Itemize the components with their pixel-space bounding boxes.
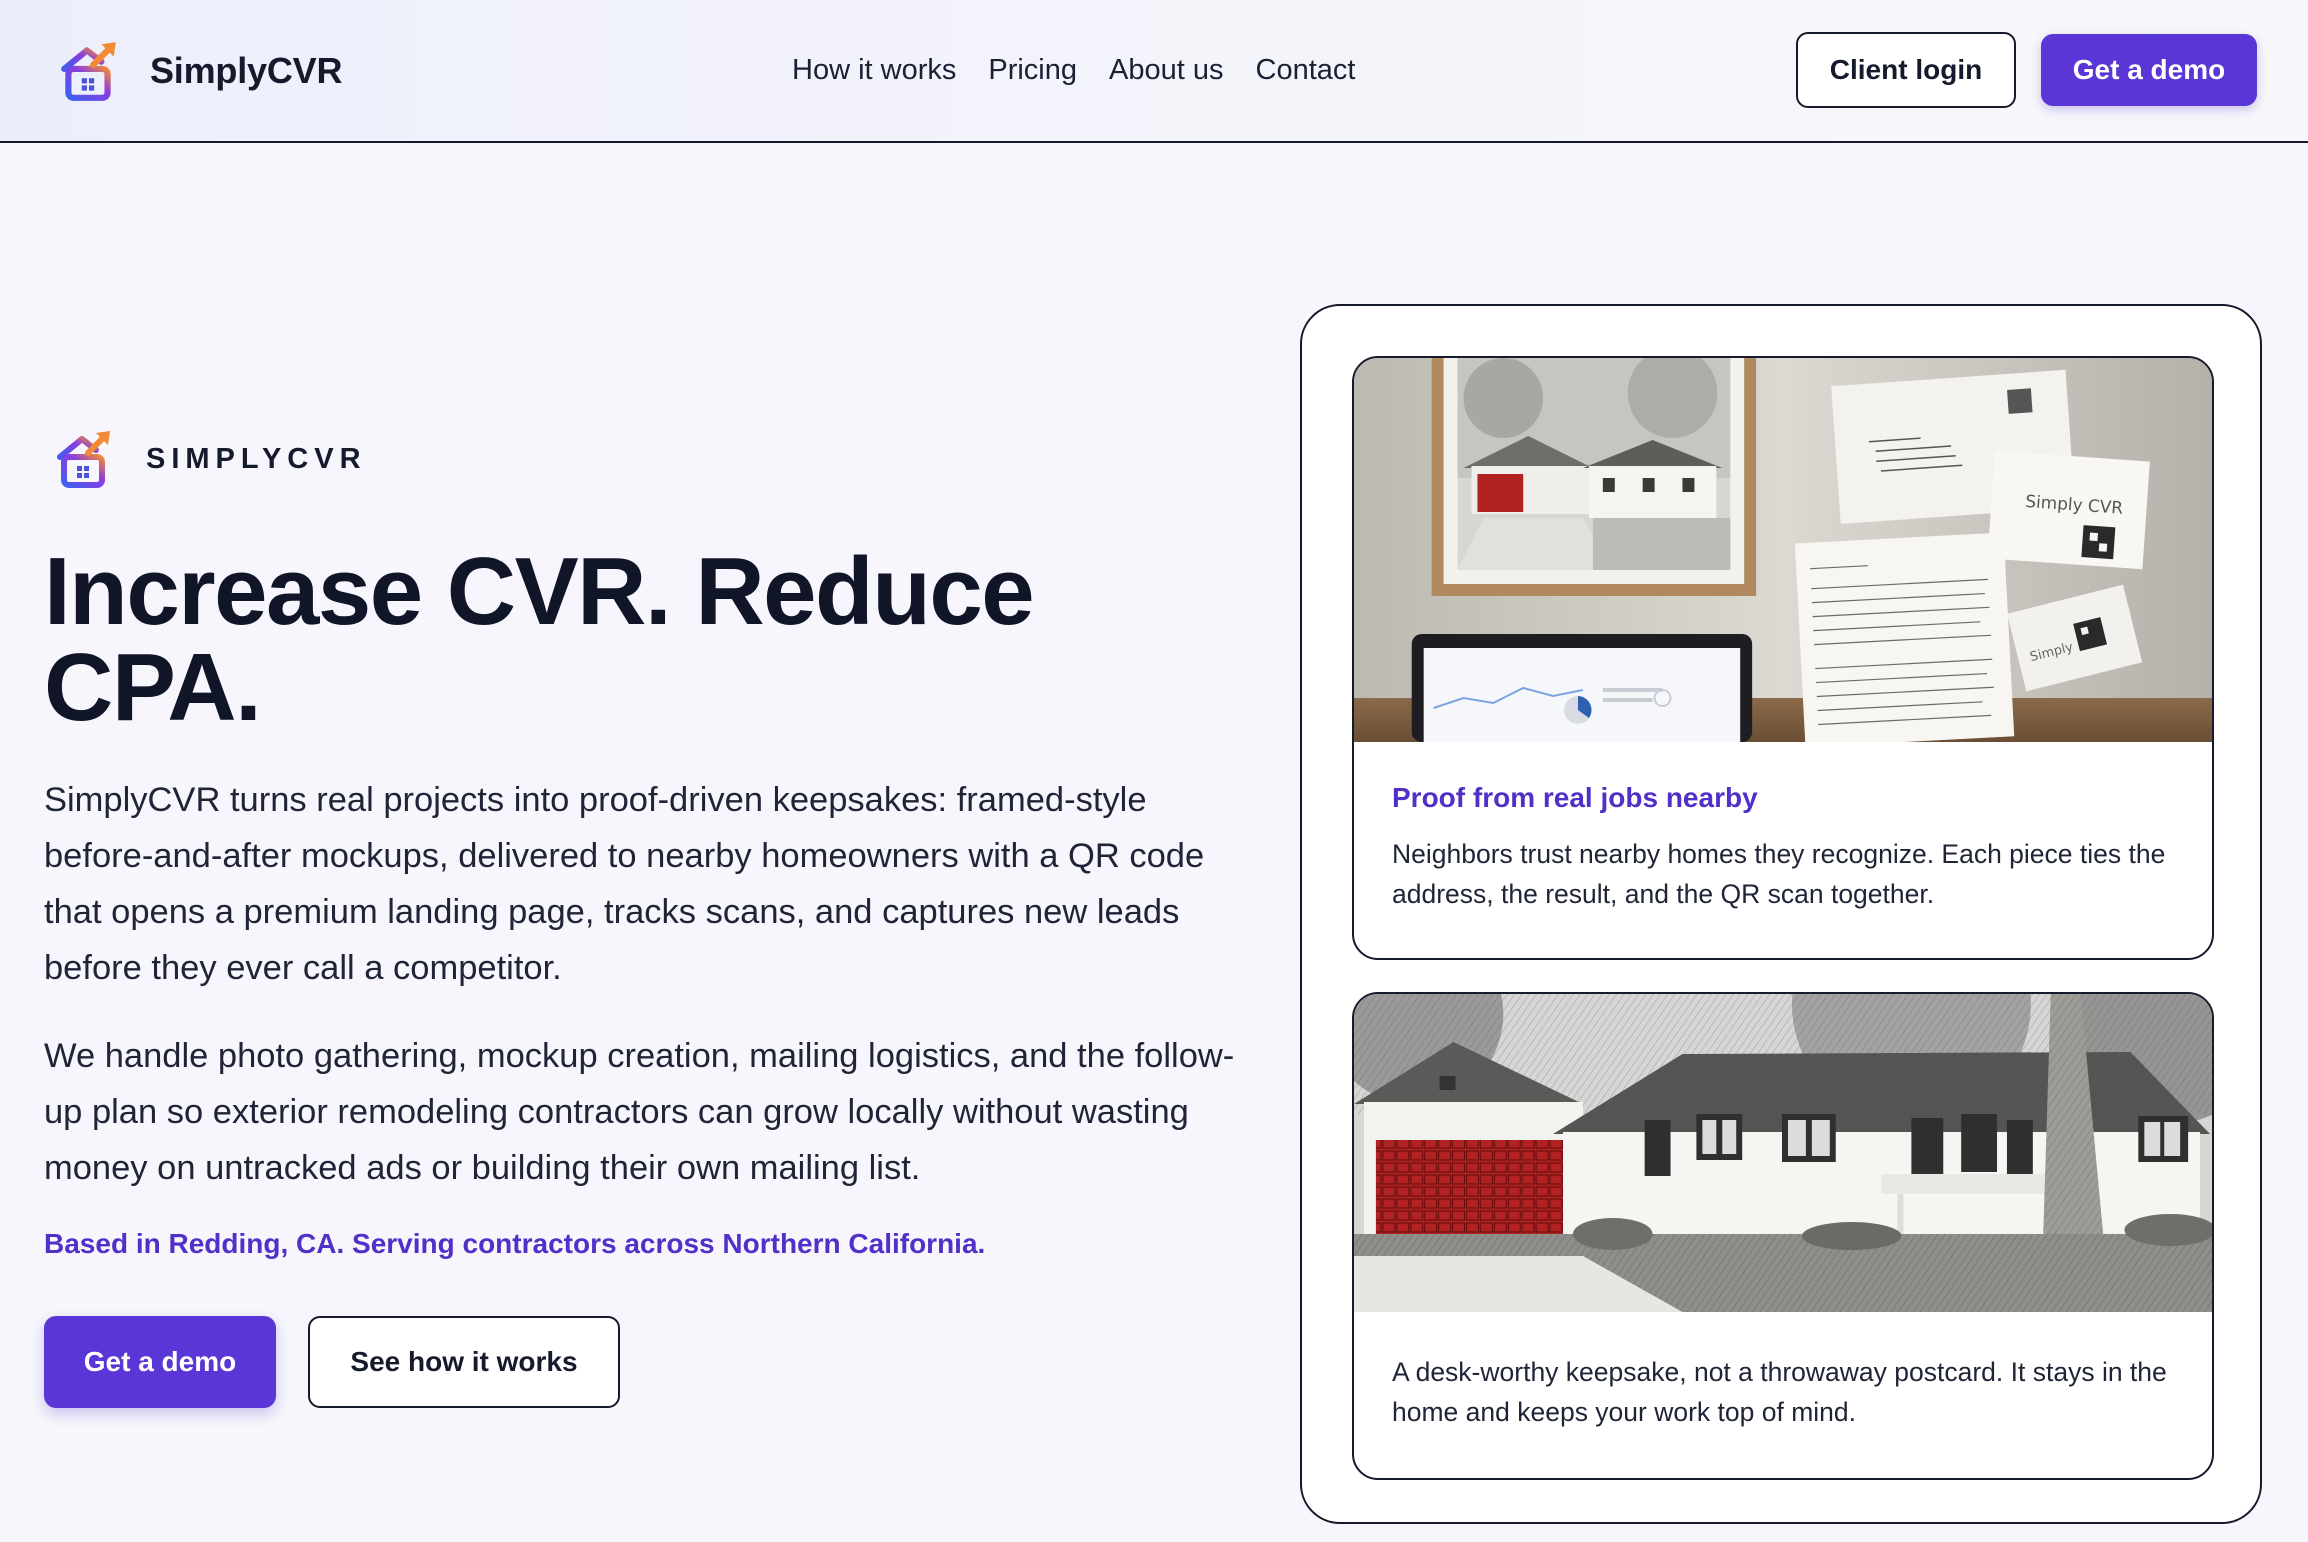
main-nav: How it works Pricing About us Contact bbox=[792, 50, 1355, 90]
keepsake-card-body: A desk-worthy keepsake, not a throwaway … bbox=[1354, 1352, 2212, 1432]
hero-eyebrow: SIMPLYCVR bbox=[52, 426, 367, 492]
nav-contact[interactable]: Contact bbox=[1256, 54, 1356, 87]
proof-card-text: Neighbors trust nearby homes they recogn… bbox=[1392, 839, 2166, 909]
house-logo-icon bbox=[57, 431, 110, 488]
hero-location-note: Based in Redding, CA. Serving contractor… bbox=[44, 1228, 986, 1259]
eyebrow-text: SIMPLYCVR bbox=[146, 442, 367, 475]
hero-title: Increase CVR. Reduce CPA. bbox=[44, 538, 1035, 741]
house-logo-icon bbox=[61, 42, 116, 101]
brand-link[interactable]: SimplyCVR bbox=[56, 36, 342, 106]
showcase-panel: Simply CVR Simply Proof from real jobs n… bbox=[1300, 304, 2262, 1524]
hero-paragraph-1: SimplyCVR turns real projects into proof… bbox=[44, 781, 1205, 987]
hero-paragraph-2: We handle photo gathering, mockup creati… bbox=[44, 1037, 1235, 1187]
hero-get-demo-button[interactable]: Get a demo bbox=[44, 1316, 276, 1408]
house-sketch-image bbox=[1354, 994, 2212, 1312]
client-login-button[interactable]: Client login bbox=[1796, 32, 2016, 108]
see-how-it-works-button[interactable]: See how it works bbox=[308, 1316, 620, 1408]
nav-pricing[interactable]: Pricing bbox=[988, 54, 1077, 87]
nav-how-it-works[interactable]: How it works bbox=[792, 54, 956, 87]
brand-name: SimplyCVR bbox=[150, 50, 343, 91]
proof-card-body: Proof from real jobs nearby Neighbors tr… bbox=[1354, 782, 2212, 914]
proof-card: Simply CVR Simply Proof from real jobs n… bbox=[1352, 356, 2214, 960]
proof-card-title: Proof from real jobs nearby bbox=[1392, 782, 1758, 813]
site-header: SimplyCVR How it works Pricing About us … bbox=[0, 0, 2308, 143]
header-get-demo-button[interactable]: Get a demo bbox=[2041, 34, 2257, 106]
nav-about-us[interactable]: About us bbox=[1109, 54, 1223, 87]
keepsake-card-text: A desk-worthy keepsake, not a throwaway … bbox=[1392, 1357, 2167, 1427]
keepsake-card: A desk-worthy keepsake, not a throwaway … bbox=[1352, 992, 2214, 1480]
keepsake-desk-image: Simply CVR Simply bbox=[1354, 358, 2212, 742]
